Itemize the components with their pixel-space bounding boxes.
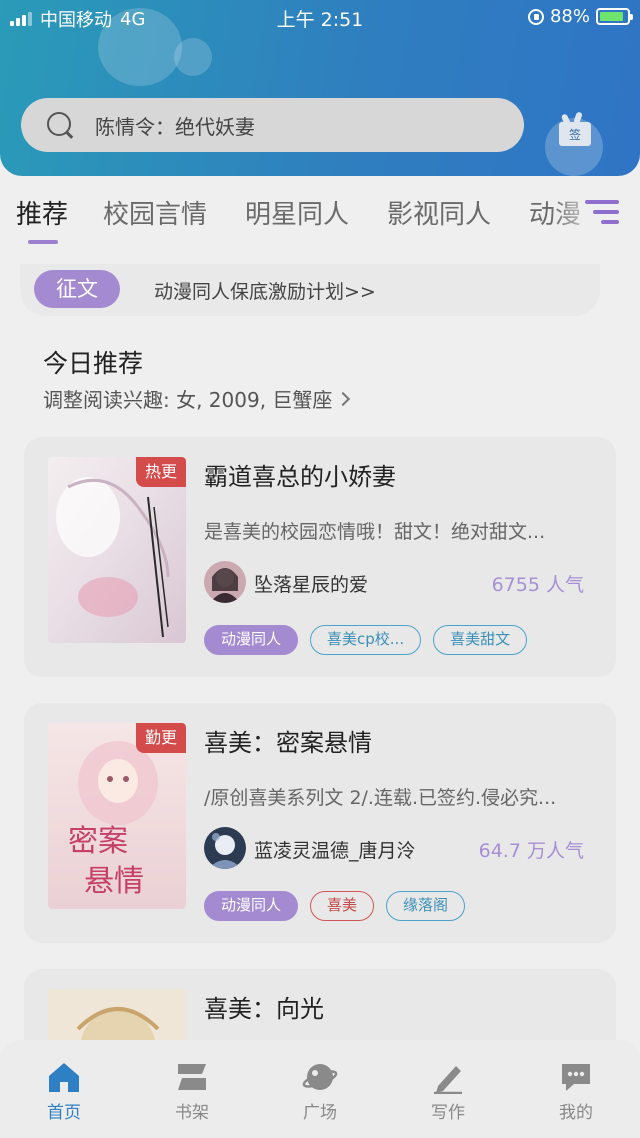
book-title: 喜美：向光 xyxy=(204,995,324,1023)
tag[interactable]: 动漫同人 xyxy=(204,891,299,921)
search-placeholder: 陈情令：绝代妖妻 xyxy=(95,114,255,139)
nav-home-label: 首页 xyxy=(47,1103,81,1123)
author-row: 坠落星辰的爱 6755 人气 xyxy=(204,561,584,603)
chevron-right-icon xyxy=(336,391,351,406)
decorative-bubble xyxy=(174,38,212,76)
author-name: 蓝凌灵温德_唐月泠 xyxy=(254,840,416,862)
book-cover: 热更 xyxy=(48,457,186,643)
popularity-count: 64.7 万人气 xyxy=(478,840,584,862)
tag[interactable]: 喜美cp校... xyxy=(310,625,422,655)
author-avatar xyxy=(204,561,246,603)
section-title: 今日推荐 xyxy=(43,349,144,378)
nav-home[interactable]: 首页 xyxy=(0,1040,128,1138)
nav-me[interactable]: 我的 xyxy=(512,1040,640,1138)
book-card[interactable]: 密案 悬情 勤更 喜美：密案悬情 /原创喜美系列文 2/.连载.已签约.侵必究.… xyxy=(24,703,616,943)
bookshelf-icon xyxy=(178,1064,206,1090)
search-bar[interactable]: 陈情令：绝代妖妻 xyxy=(21,98,524,152)
reading-interest-text: 调整阅读兴趣: 女, 2009, 巨蟹座 xyxy=(43,388,333,412)
bottom-nav: 首页 书架 广场 写作 我的 xyxy=(0,1040,640,1138)
category-tabs: 推荐 校园言情 明星同人 影视同人 动漫 xyxy=(0,176,640,260)
contest-badge: 征文 xyxy=(34,270,120,308)
daily-sign-in-button[interactable]: 签 xyxy=(545,104,603,176)
nav-me-label: 我的 xyxy=(559,1103,593,1123)
nav-write[interactable]: 写作 xyxy=(384,1040,512,1138)
nav-plaza-label: 广场 xyxy=(303,1103,337,1123)
search-icon xyxy=(47,112,73,138)
tag-list: 动漫同人 喜美 缘落阁 xyxy=(204,891,466,921)
contest-banner-text: 动漫同人保底激励计划>> xyxy=(154,281,376,303)
book-description: /原创喜美系列文 2/.连载.已签约.侵必究... xyxy=(204,787,557,809)
chat-bubble-icon xyxy=(562,1064,590,1091)
reading-interest-link[interactable]: 调整阅读兴趣: 女, 2009, 巨蟹座 xyxy=(43,384,351,413)
book-title: 喜美：密案悬情 xyxy=(204,729,372,757)
active-tab-indicator xyxy=(28,240,58,244)
battery-icon xyxy=(596,8,633,25)
rotation-lock-icon xyxy=(527,8,544,25)
gift-icon xyxy=(555,111,595,127)
sign-in-label: 签 xyxy=(559,122,591,146)
home-icon xyxy=(49,1063,79,1092)
tag-list: 动漫同人 喜美cp校... 喜美甜文 xyxy=(204,625,528,655)
svg-text:悬情: 悬情 xyxy=(84,864,144,899)
contest-banner[interactable]: 征文 动漫同人保底激励计划>> xyxy=(20,264,600,316)
tag[interactable]: 缘落阁 xyxy=(386,891,466,921)
update-badge: 勤更 xyxy=(136,723,186,753)
tag[interactable]: 动漫同人 xyxy=(204,625,299,655)
status-bar: 中国移动 4G 上午 2:51 88% xyxy=(0,0,640,34)
book-card[interactable]: 热更 霸道喜总的小娇妻 是喜美的校园恋情哦！甜文！绝对甜文... 坠落星辰的爱 … xyxy=(24,437,616,677)
nav-bookshelf-label: 书架 xyxy=(175,1103,209,1123)
category-menu-icon[interactable] xyxy=(585,198,619,228)
tag[interactable]: 喜美 xyxy=(310,891,375,921)
popularity-count: 6755 人气 xyxy=(491,574,584,596)
battery-percent: 88% xyxy=(549,6,590,27)
nav-plaza[interactable]: 广场 xyxy=(256,1040,384,1138)
author-row: 蓝凌灵温德_唐月泠 64.7 万人气 xyxy=(204,827,584,869)
header: 中国移动 4G 上午 2:51 88% 陈情令：绝代妖妻 xyxy=(0,0,640,176)
planet-icon xyxy=(302,1064,338,1090)
nav-write-label: 写作 xyxy=(431,1103,465,1123)
update-badge: 热更 xyxy=(136,457,186,487)
author-name: 坠落星辰的爱 xyxy=(254,574,369,596)
tag[interactable]: 喜美甜文 xyxy=(433,625,528,655)
book-description: 是喜美的校园恋情哦！甜文！绝对甜文... xyxy=(204,521,546,543)
pen-icon xyxy=(434,1066,462,1094)
tab-campus-romance[interactable]: 校园言情 xyxy=(103,194,207,231)
tab-film-tv-fanfic[interactable]: 影视同人 xyxy=(387,194,491,231)
author-avatar xyxy=(204,827,246,869)
tab-celebrity-fanfic[interactable]: 明星同人 xyxy=(245,194,349,231)
svg-text:密案: 密案 xyxy=(68,824,128,859)
book-cover: 密案 悬情 勤更 xyxy=(48,723,186,909)
nav-bookshelf[interactable]: 书架 xyxy=(128,1040,256,1138)
book-title: 霸道喜总的小娇妻 xyxy=(204,463,396,491)
tab-recommend[interactable]: 推荐 xyxy=(16,194,68,231)
